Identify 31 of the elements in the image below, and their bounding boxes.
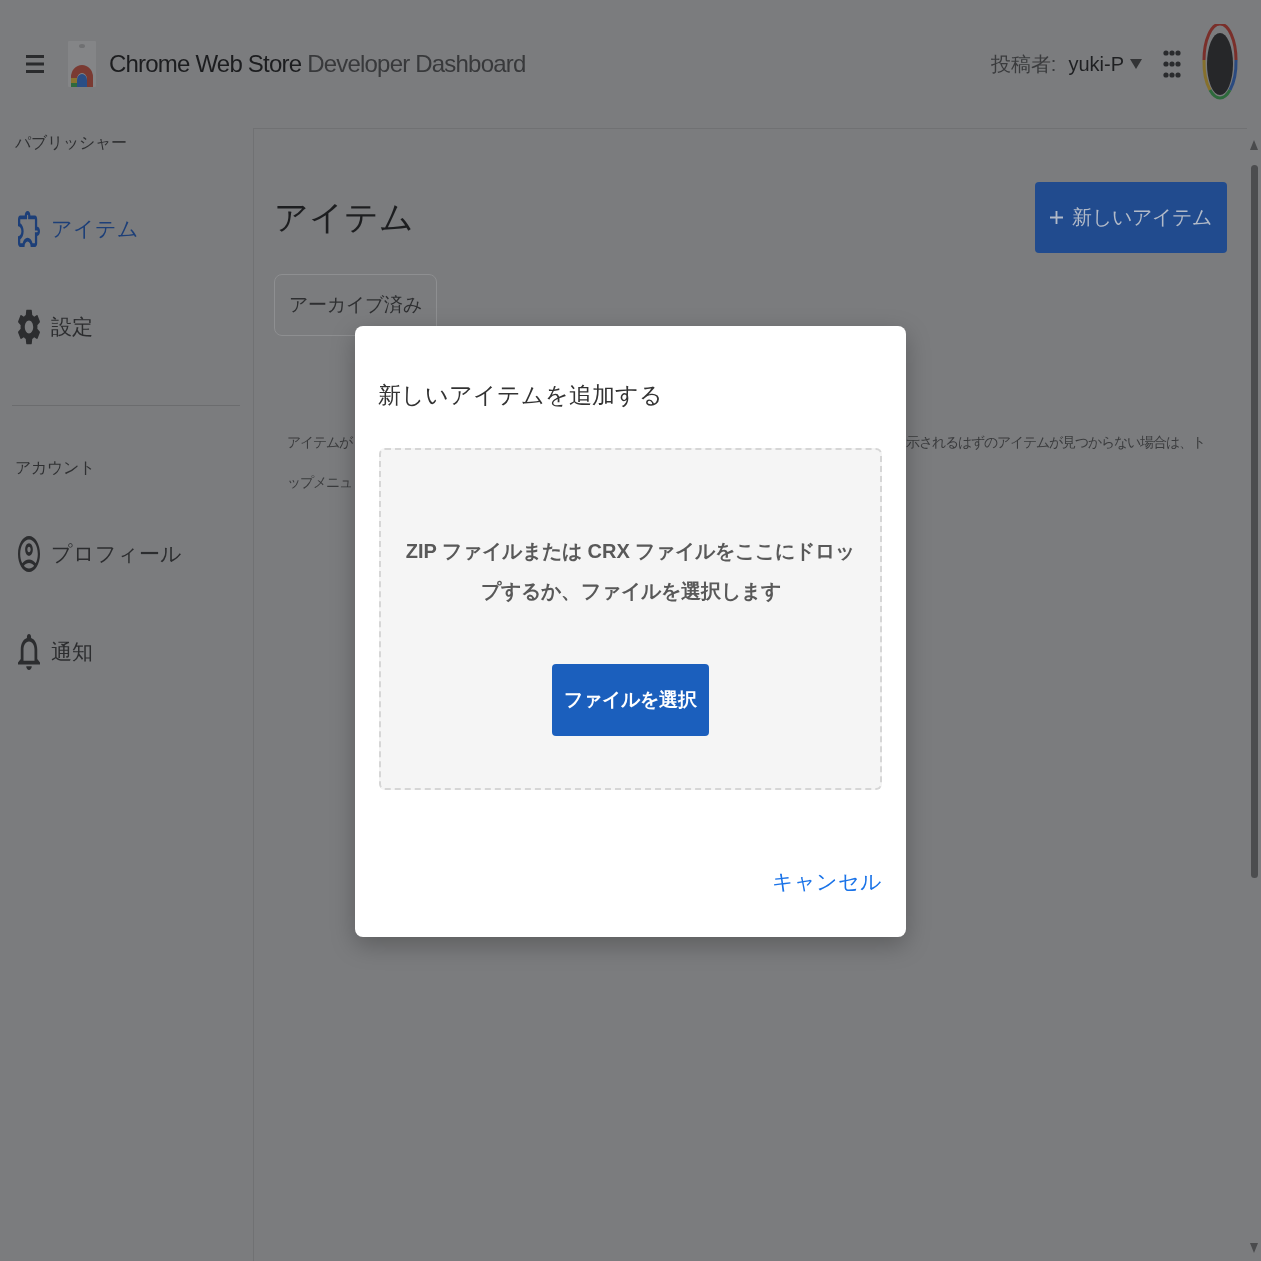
puzzle-icon bbox=[18, 211, 40, 247]
cancel-button[interactable]: キャンセル bbox=[764, 862, 890, 902]
choose-file-button[interactable]: ファイルを選択 bbox=[552, 663, 709, 736]
drop-instructions: ZIP ファイルまたは CRX ファイルをここにドロップするか、ファイルを選択します bbox=[404, 538, 857, 604]
dialog-title: 新しいアイテムを追加する bbox=[378, 381, 663, 410]
nav-item[interactable]: アイテム bbox=[0, 180, 151, 278]
nav-item[interactable]: 通知 bbox=[0, 603, 105, 701]
store-bag-logo-icon bbox=[68, 41, 96, 87]
publisher-name[interactable]: yuki-P bbox=[1068, 52, 1124, 76]
section-heading: アカウント bbox=[14, 458, 96, 478]
app-title: Chrome Web Store bbox=[109, 50, 302, 78]
scroll-up-icon[interactable] bbox=[1250, 140, 1258, 150]
plus-icon bbox=[1050, 211, 1063, 224]
page-heading: アイテム bbox=[274, 197, 414, 238]
scrollbar-thumb[interactable] bbox=[1250, 165, 1258, 878]
section-heading: パブリッシャー bbox=[14, 133, 128, 153]
nav-item[interactable]: プロフィール bbox=[0, 505, 194, 603]
apps-grid-icon[interactable] bbox=[1163, 49, 1181, 79]
caret-down-icon[interactable] bbox=[1130, 59, 1142, 69]
app-subtitle: Developer Dashboard bbox=[307, 50, 526, 78]
file-drop-zone[interactable]: ZIP ファイルまたは CRX ファイルをここにドロップするか、ファイルを選択します ファイルを選択 bbox=[379, 448, 882, 790]
settings-icon bbox=[18, 309, 40, 345]
description-text: ップメニュ bbox=[287, 473, 352, 492]
scroll-down-icon[interactable] bbox=[1250, 1243, 1258, 1253]
description-text: アイテムが bbox=[287, 433, 352, 452]
menu-icon[interactable] bbox=[26, 53, 44, 75]
publisher-label: 投稿者: bbox=[990, 51, 1057, 77]
nav-item[interactable]: 設定 bbox=[0, 278, 105, 376]
new-item-button[interactable]: 新しいアイテム bbox=[1035, 182, 1227, 253]
description-text: 示されるはずのアイテムが見つからない場合は、ト bbox=[906, 433, 1205, 452]
bell-icon bbox=[18, 634, 40, 670]
